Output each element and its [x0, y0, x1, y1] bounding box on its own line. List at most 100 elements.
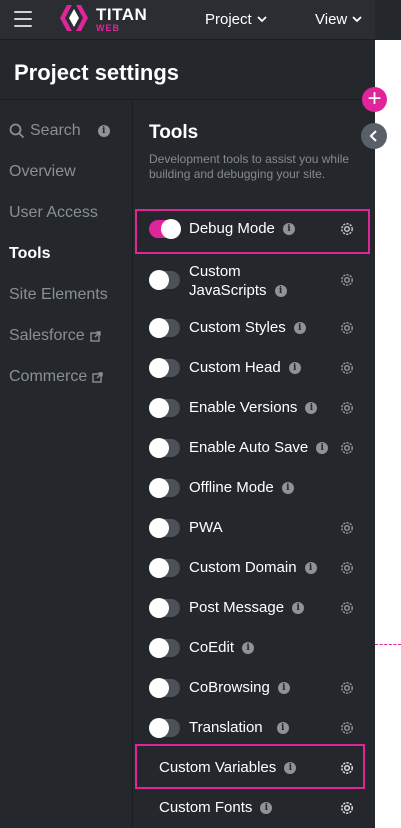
- sidebar-item-tools[interactable]: Tools: [9, 245, 50, 263]
- tool-label: Translation i: [189, 719, 289, 736]
- tool-label: Custom Variables i: [159, 759, 297, 776]
- tool-label: Custom Head i: [189, 359, 301, 376]
- tool-label: Custom JavaScripts i: [189, 262, 287, 300]
- sidebar-item-label: Tools: [9, 245, 51, 262]
- sidebar-item-site-elements[interactable]: Site Elements: [9, 286, 108, 304]
- tool-row-enable-auto-save: Enable Auto Save i: [134, 438, 375, 458]
- gear-icon[interactable]: [339, 600, 355, 616]
- tool-row-enable-versions: Enable Versions i: [134, 398, 375, 418]
- toggle-coedit[interactable]: [149, 638, 180, 658]
- info-icon: i: [281, 481, 294, 494]
- external-link-icon: [89, 330, 101, 342]
- panel-title: Project settings: [14, 60, 180, 85]
- gear-icon[interactable]: [339, 560, 355, 576]
- toggle-knob: [149, 438, 169, 458]
- toggle-custom-domain[interactable]: [149, 558, 180, 578]
- toggle-post-message[interactable]: [149, 598, 180, 618]
- chevron-left-icon: [369, 130, 377, 142]
- tool-row-custom-javascripts: Custom JavaScripts i: [134, 262, 375, 300]
- toggle-knob: [149, 358, 169, 378]
- tool-label: Enable Auto Save i: [189, 439, 329, 456]
- tool-row-post-message: Post Message i: [134, 598, 375, 618]
- titan-logo-icon: [60, 5, 88, 31]
- tool-label-text: Custom Fonts: [159, 799, 253, 816]
- tool-row-custom-variables: Custom Variables i: [134, 759, 375, 777]
- brand-name: TITAN: [96, 5, 148, 24]
- toggle-enable-auto-save[interactable]: [149, 438, 180, 458]
- tool-label: CoBrowsing i: [189, 679, 290, 696]
- tool-label-text: Post Message: [189, 599, 285, 616]
- view-menu[interactable]: View: [315, 11, 362, 28]
- tool-label-text: JavaScripts: [189, 282, 267, 299]
- info-icon: i: [304, 561, 317, 574]
- sidebar-search[interactable]: Search i: [9, 122, 110, 140]
- tool-label: Custom Domain i: [189, 559, 317, 576]
- gear-icon[interactable]: [339, 800, 355, 816]
- page-canvas[interactable]: [375, 40, 401, 828]
- collapse-panel-button[interactable]: [361, 123, 387, 149]
- tool-row-custom-styles: Custom Styles i: [134, 318, 375, 338]
- toggle-translation[interactable]: [149, 718, 180, 738]
- gear-icon[interactable]: [339, 720, 355, 736]
- chevron-down-icon: [257, 16, 267, 23]
- tool-label-text: Custom Domain: [189, 559, 297, 576]
- tool-row-custom-domain: Custom Domain i: [134, 558, 375, 578]
- search-label: Search: [30, 122, 81, 139]
- toggle-debug-mode[interactable]: [149, 219, 181, 239]
- tool-label: Enable Versions i: [189, 399, 318, 416]
- top-bar: TITAN WEB Project View: [0, 0, 375, 40]
- gear-icon[interactable]: [339, 272, 355, 288]
- sidebar-item-label: Commerce: [9, 368, 88, 385]
- toggle-knob: [149, 598, 169, 618]
- tool-label-text: Enable Versions: [189, 399, 298, 416]
- tool-label: Post Message i: [189, 599, 305, 616]
- gear-icon[interactable]: [339, 221, 355, 237]
- view-menu-label: View: [315, 11, 348, 28]
- sidebar-item-user-access[interactable]: User Access: [9, 204, 98, 222]
- sidebar-item-salesforce[interactable]: Salesforce: [9, 327, 101, 345]
- info-icon: i: [276, 721, 289, 734]
- gear-icon[interactable]: [339, 760, 355, 776]
- tool-label-text: CoBrowsing: [189, 679, 270, 696]
- toggle-custom-styles[interactable]: [149, 318, 180, 338]
- tool-label: Custom Styles i: [189, 319, 306, 336]
- external-link-icon: [92, 371, 103, 383]
- gear-icon[interactable]: [339, 520, 355, 536]
- gear-icon[interactable]: [339, 440, 355, 456]
- info-icon: i: [288, 361, 301, 374]
- info-icon: i: [293, 321, 306, 334]
- tool-row-pwa: PWA: [134, 518, 375, 538]
- project-menu[interactable]: Project: [205, 11, 267, 28]
- brand-sub: WEB: [96, 23, 120, 33]
- sidebar-item-label: Overview: [9, 163, 76, 180]
- gear-icon[interactable]: [339, 400, 355, 416]
- tool-label-text: Translation: [189, 719, 263, 736]
- sidebar-item-overview[interactable]: Overview: [9, 163, 76, 181]
- toggle-knob: [149, 318, 169, 338]
- tool-label-text: CoEdit: [189, 639, 235, 656]
- toggle-cobrowsing[interactable]: [149, 678, 180, 698]
- gear-icon[interactable]: [339, 680, 355, 696]
- sidebar-item-commerce[interactable]: Commerce: [9, 368, 103, 386]
- toggle-custom-head[interactable]: [149, 358, 180, 378]
- hamburger-menu-icon[interactable]: [14, 11, 32, 27]
- info-icon: i: [277, 681, 290, 694]
- toggle-knob: [149, 678, 169, 698]
- tool-label-text: Debug Mode: [189, 220, 275, 237]
- info-icon: i: [242, 641, 255, 654]
- tool-row-coedit: CoEdit i: [134, 638, 375, 658]
- tool-row-custom-fonts: Custom Fonts i: [134, 799, 375, 817]
- toggle-offline-mode[interactable]: [149, 478, 180, 498]
- toggle-enable-versions[interactable]: [149, 398, 180, 418]
- toggle-custom-javascripts[interactable]: [149, 270, 180, 290]
- search-icon: [9, 123, 25, 139]
- sidebar-item-label: Salesforce: [9, 327, 85, 344]
- tool-label: PWA: [189, 519, 223, 536]
- chevron-down-icon: [352, 16, 362, 23]
- gear-icon[interactable]: [339, 360, 355, 376]
- add-button[interactable]: +: [362, 87, 387, 112]
- sidebar-item-label: Site Elements: [9, 286, 108, 303]
- gear-icon[interactable]: [339, 320, 355, 336]
- toggle-pwa[interactable]: [149, 518, 180, 538]
- tool-row-custom-head: Custom Head i: [134, 358, 375, 378]
